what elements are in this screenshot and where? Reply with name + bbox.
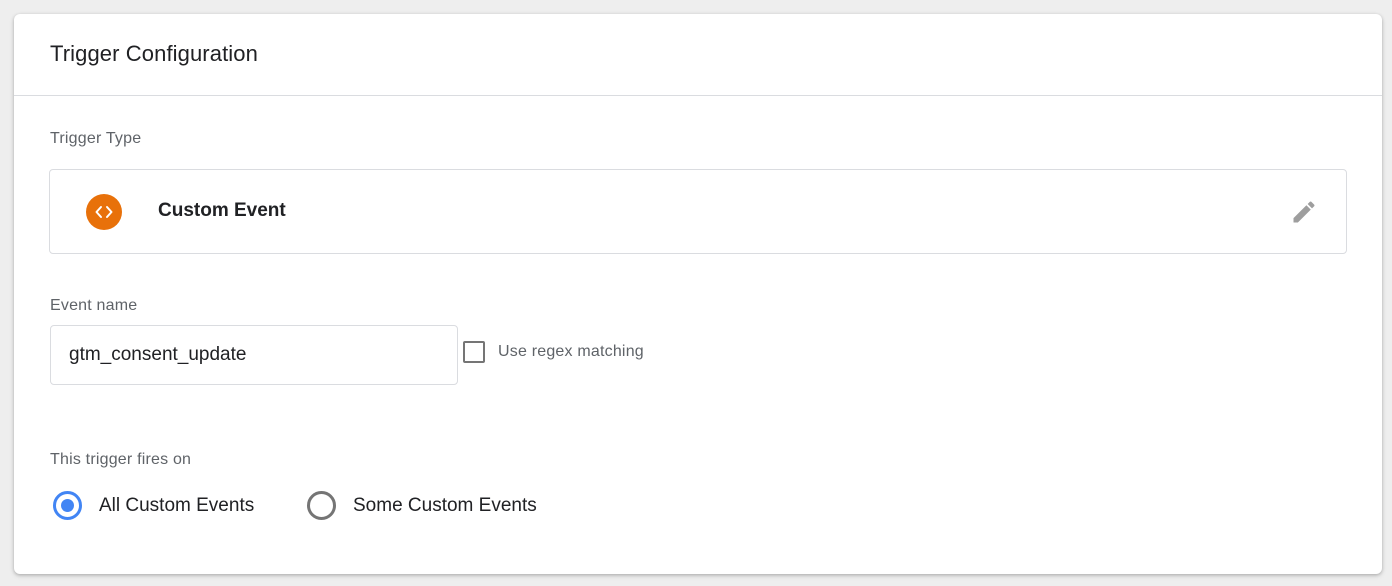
radio-all-custom-events[interactable]: All Custom Events xyxy=(53,491,254,520)
radio-label-some: Some Custom Events xyxy=(353,494,537,516)
radio-label-all: All Custom Events xyxy=(99,494,255,516)
regex-matching-option[interactable]: Use regex matching xyxy=(463,341,644,363)
radio-some-custom-events[interactable]: Some Custom Events xyxy=(307,491,537,520)
fires-on-label: This trigger fires on xyxy=(50,451,192,468)
radio-button-selected[interactable] xyxy=(53,491,82,520)
event-name-label: Event name xyxy=(50,297,138,314)
trigger-type-selector[interactable]: Custom Event xyxy=(49,169,1347,254)
trigger-type-name: Custom Event xyxy=(158,200,286,221)
pencil-icon[interactable] xyxy=(1288,196,1320,228)
regex-checkbox[interactable] xyxy=(463,341,485,363)
card-header: Trigger Configuration xyxy=(14,14,1382,96)
trigger-type-label: Trigger Type xyxy=(50,130,142,147)
regex-checkbox-label: Use regex matching xyxy=(498,343,644,360)
card-title: Trigger Configuration xyxy=(50,41,258,66)
radio-button-unselected[interactable] xyxy=(307,491,336,520)
code-brackets-icon xyxy=(86,194,122,230)
trigger-configuration-card: Trigger Configuration Trigger Type Custo… xyxy=(14,14,1382,574)
event-name-input[interactable] xyxy=(50,325,458,385)
